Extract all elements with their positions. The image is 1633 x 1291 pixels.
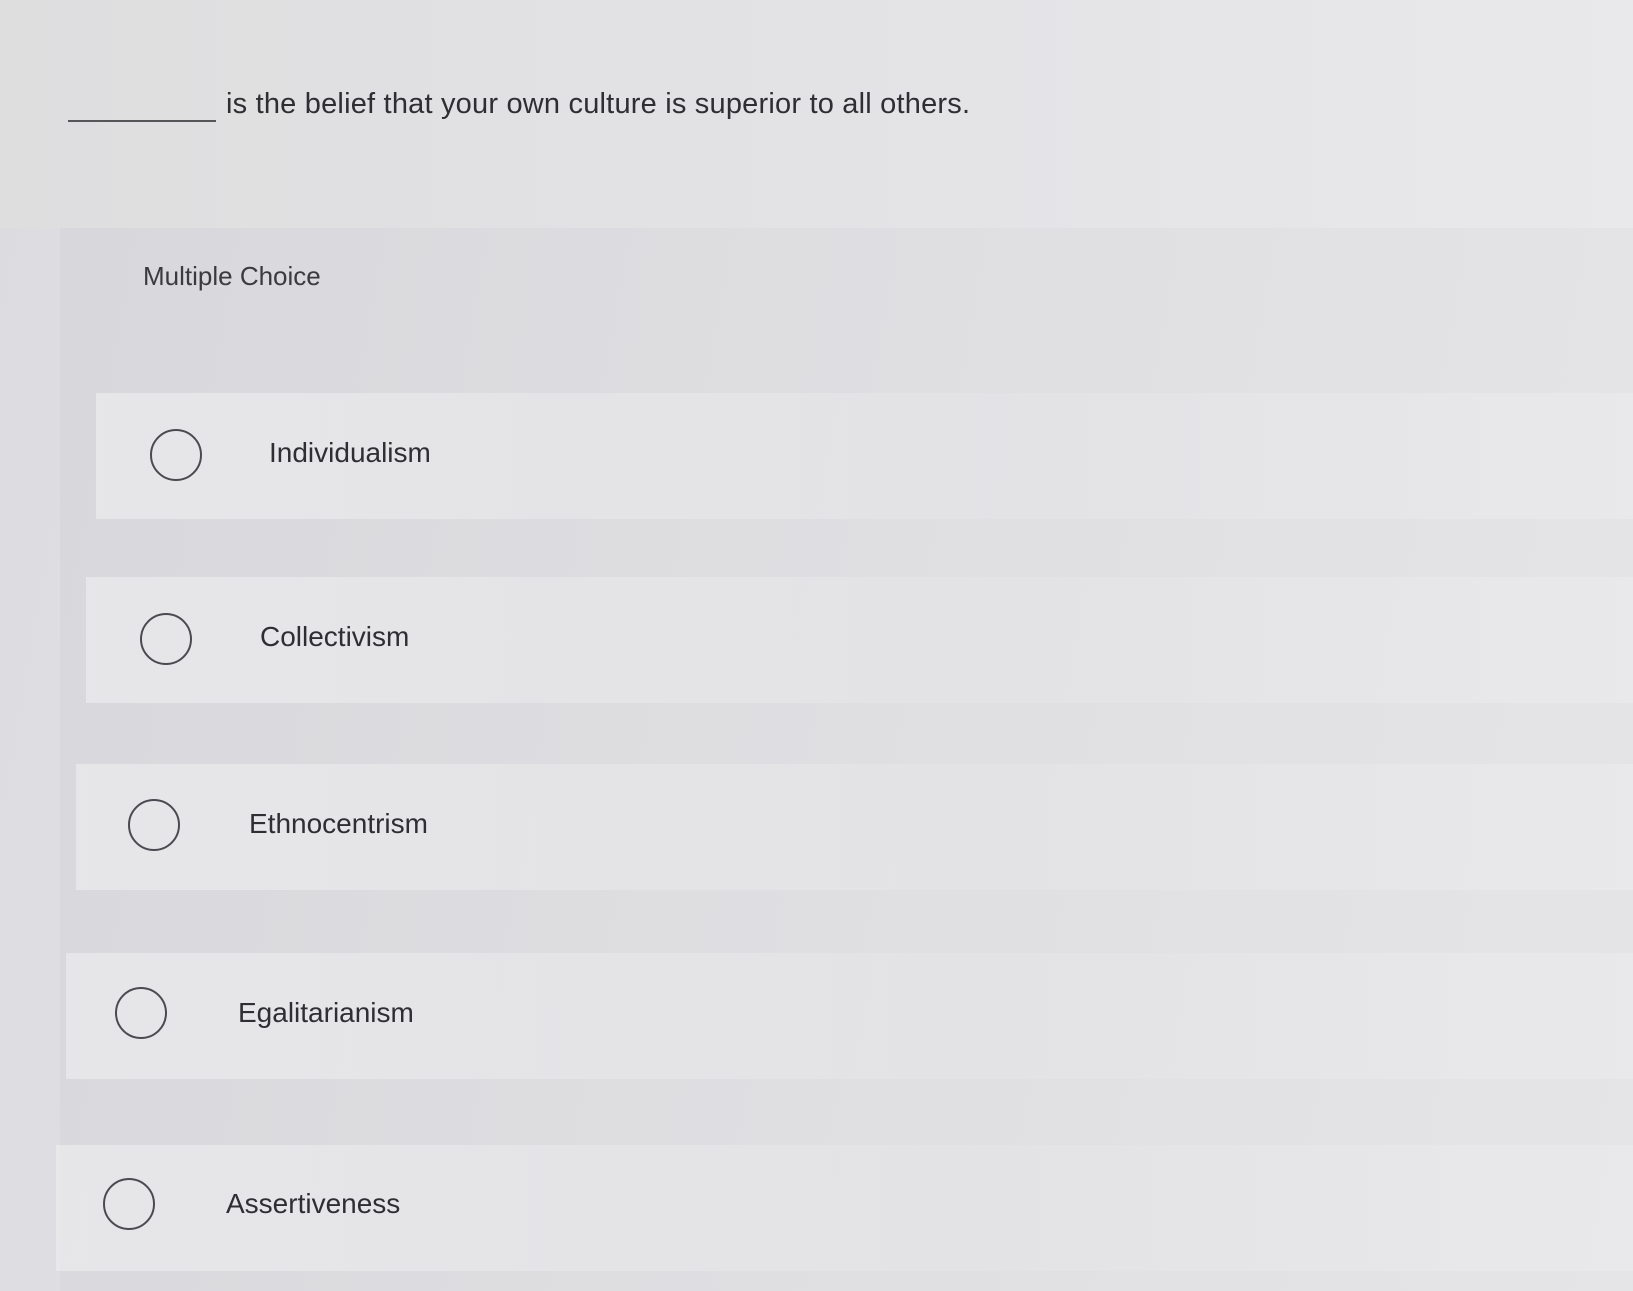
radio-button-icon[interactable] bbox=[103, 1178, 155, 1230]
radio-button-icon[interactable] bbox=[140, 613, 192, 665]
multiple-choice-label: Multiple Choice bbox=[143, 261, 321, 291]
option-label: Assertiveness bbox=[226, 1188, 401, 1219]
option-label: Ethnocentrism bbox=[249, 808, 428, 839]
question-text: is the belief that your own culture is s… bbox=[226, 88, 971, 120]
answer-blank bbox=[68, 90, 216, 122]
option-collectivism[interactable]: Collectivism bbox=[86, 577, 1633, 703]
radio-button-icon[interactable] bbox=[128, 799, 180, 851]
option-egalitarianism[interactable]: Egalitarianism bbox=[66, 953, 1633, 1079]
question-prompt: is the belief that your own culture is s… bbox=[68, 86, 970, 122]
option-label: Individualism bbox=[269, 437, 431, 468]
option-individualism[interactable]: Individualism bbox=[96, 393, 1633, 519]
option-assertiveness[interactable]: Assertiveness bbox=[56, 1145, 1633, 1271]
option-label: Egalitarianism bbox=[238, 997, 414, 1028]
option-ethnocentrism[interactable]: Ethnocentrism bbox=[76, 764, 1633, 890]
radio-button-icon[interactable] bbox=[150, 429, 202, 481]
radio-button-icon[interactable] bbox=[115, 987, 167, 1039]
question-area: is the belief that your own culture is s… bbox=[0, 0, 1633, 228]
multiple-choice-panel bbox=[60, 228, 1633, 1291]
option-label: Collectivism bbox=[260, 621, 410, 652]
